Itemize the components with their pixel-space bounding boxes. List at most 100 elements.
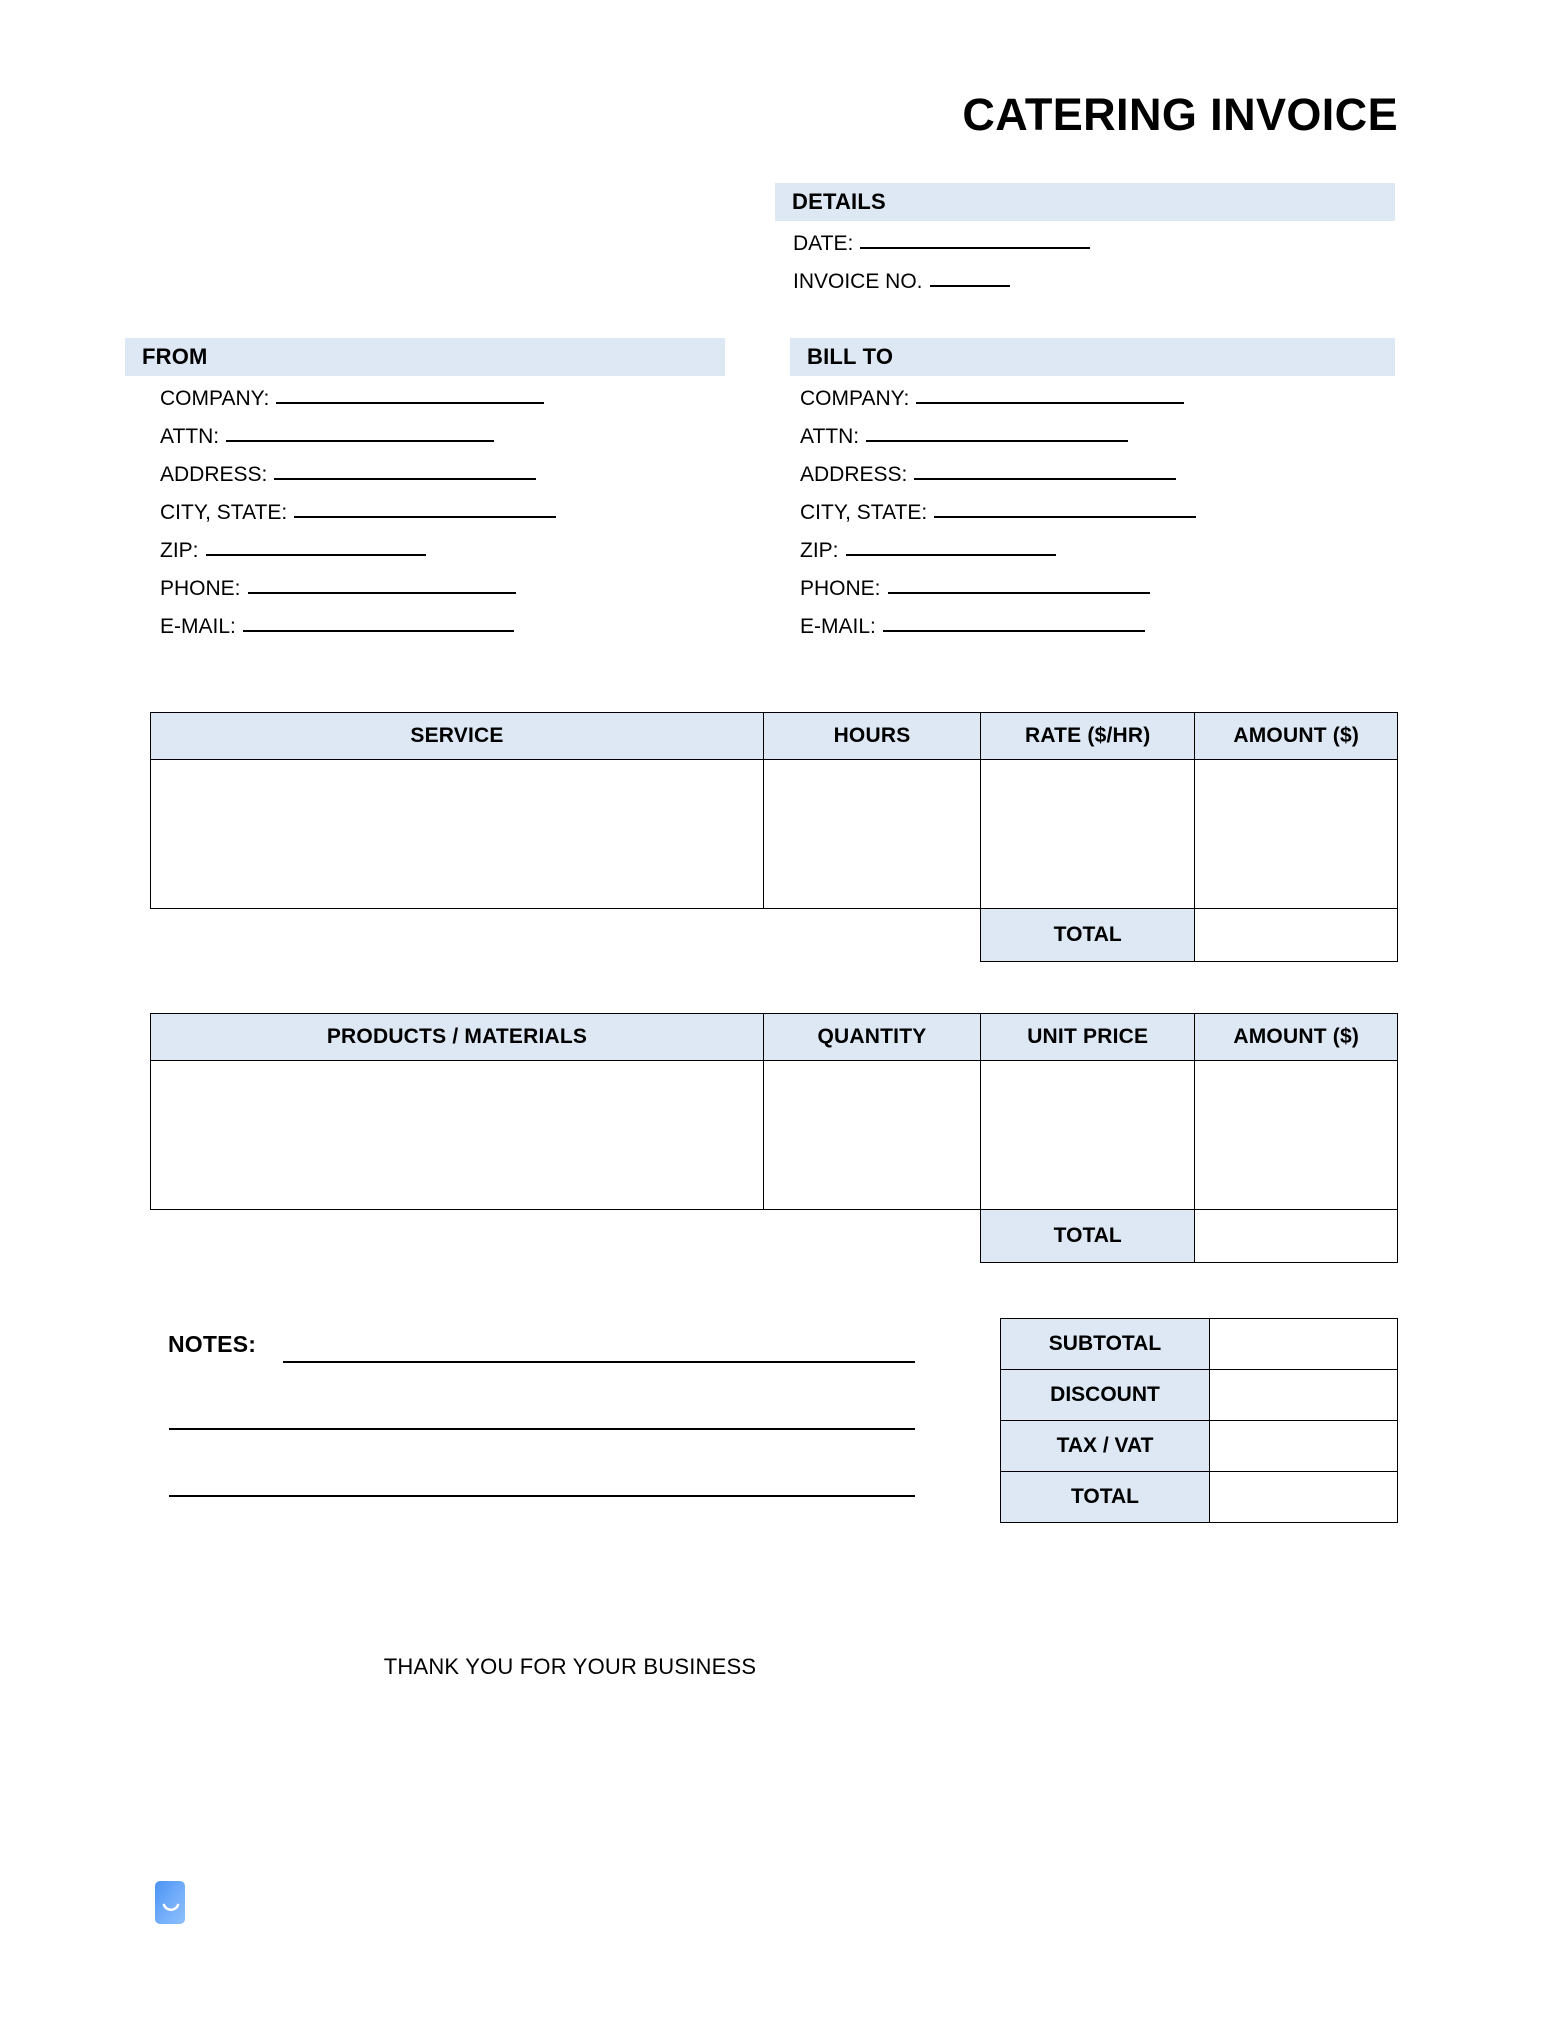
bill-to-field-row: CITY, STATE: bbox=[800, 501, 1197, 524]
products-column-header: PRODUCTS / MATERIALS bbox=[150, 1013, 764, 1061]
bill-to-field-label: E-MAIL: bbox=[800, 615, 876, 638]
from-field-label: ATTN: bbox=[160, 425, 220, 448]
details-field-row: DATE: bbox=[793, 232, 1091, 255]
details-field-input[interactable] bbox=[929, 284, 1010, 287]
service-header-row: SERVICE HOURS RATE ($/HR) AMOUNT ($) bbox=[150, 712, 1398, 760]
products-header-row: PRODUCTS / MATERIALS QUANTITY UNIT PRICE AM… bbox=[150, 1013, 1398, 1061]
service-column-header: RATE ($/HR) bbox=[979, 712, 1196, 760]
from-field-row: CITY, STATE: bbox=[160, 501, 557, 524]
service-cell[interactable] bbox=[762, 759, 982, 909]
products-cell[interactable] bbox=[1194, 1060, 1398, 1210]
service-total-spacer bbox=[151, 909, 981, 962]
notes-label: NOTES: bbox=[168, 1331, 257, 1357]
bill-to-field-label: COMPANY: bbox=[800, 387, 910, 410]
from-field-label: ADDRESS: bbox=[160, 463, 268, 486]
bill-to-field-input[interactable] bbox=[845, 553, 1056, 556]
products-body-row bbox=[150, 1060, 1398, 1210]
from-field-row: ATTN: bbox=[160, 425, 495, 448]
details-field-input[interactable] bbox=[860, 246, 1091, 249]
products-cell[interactable] bbox=[979, 1060, 1196, 1210]
from-field-row: ZIP: bbox=[160, 540, 426, 561]
details-field-label: INVOICE NO. bbox=[793, 270, 923, 293]
from-field-row: COMPANY: bbox=[160, 387, 545, 410]
details-field-row: INVOICE NO. bbox=[793, 271, 1010, 292]
products-cell[interactable] bbox=[762, 1060, 982, 1210]
summary-label: TAX / VAT bbox=[1000, 1420, 1210, 1472]
summary-value[interactable] bbox=[1209, 1420, 1398, 1472]
from-field-label: E-MAIL: bbox=[160, 615, 236, 638]
summary-row: SUBTOTAL bbox=[1000, 1318, 1398, 1370]
from-field-row: E-MAIL: bbox=[160, 616, 514, 637]
summary-label: DISCOUNT bbox=[1000, 1369, 1210, 1421]
from-field-label: COMPANY: bbox=[160, 387, 270, 410]
bill-to-section-header: BILL TO bbox=[790, 338, 1395, 376]
products-column-header: UNIT PRICE bbox=[979, 1013, 1196, 1061]
details-heading: DETAILS bbox=[792, 189, 886, 214]
bill-to-field-input[interactable] bbox=[934, 515, 1197, 518]
summary-row: DISCOUNT bbox=[1000, 1369, 1398, 1421]
from-field-label: PHONE: bbox=[160, 577, 241, 600]
from-field-input[interactable] bbox=[205, 553, 426, 556]
bill-to-heading: BILL TO bbox=[807, 344, 894, 369]
from-field-input[interactable] bbox=[294, 515, 557, 518]
bill-to-field-row: ZIP: bbox=[800, 540, 1056, 561]
bill-to-field-label: CITY, STATE: bbox=[800, 501, 928, 524]
from-field-row: PHONE: bbox=[160, 578, 516, 599]
service-body-row bbox=[150, 759, 1398, 909]
products-cell[interactable] bbox=[150, 1060, 764, 1210]
service-column-header: SERVICE bbox=[150, 712, 764, 760]
bill-to-field-input[interactable] bbox=[882, 629, 1145, 632]
summary-row: TAX / VAT bbox=[1000, 1420, 1398, 1472]
from-section-header: FROM bbox=[125, 338, 725, 376]
from-field-input[interactable] bbox=[242, 629, 514, 632]
from-field-label: CITY, STATE: bbox=[160, 501, 288, 524]
summary-label: TOTAL bbox=[1000, 1471, 1210, 1523]
details-section-header: DETAILS bbox=[775, 183, 1395, 221]
bill-to-field-label: PHONE: bbox=[800, 577, 881, 600]
bill-to-field-row: COMPANY: bbox=[800, 387, 1185, 410]
service-cell[interactable] bbox=[979, 759, 1196, 909]
from-field-input[interactable] bbox=[274, 477, 537, 480]
bill-to-field-label: ADDRESS: bbox=[800, 463, 908, 486]
details-field-label: DATE: bbox=[793, 232, 854, 255]
service-total-value[interactable] bbox=[1194, 908, 1398, 962]
from-field-input[interactable] bbox=[247, 591, 516, 594]
from-field-input[interactable] bbox=[226, 439, 495, 442]
bill-to-field-label: ATTN: bbox=[800, 425, 860, 448]
summary-value[interactable] bbox=[1209, 1369, 1398, 1421]
from-heading: FROM bbox=[142, 344, 208, 369]
footer-thank-you-text: THANK YOU FOR YOUR BUSINESS bbox=[383, 1654, 757, 1679]
bill-to-field-row: ADDRESS: bbox=[800, 463, 1177, 486]
bill-to-field-input[interactable] bbox=[916, 401, 1185, 404]
notes-line-2[interactable] bbox=[169, 1428, 915, 1430]
service-column-header: AMOUNT ($) bbox=[1194, 712, 1398, 760]
bill-to-field-input[interactable] bbox=[866, 439, 1129, 442]
summary-value[interactable] bbox=[1209, 1318, 1398, 1370]
summary-value[interactable] bbox=[1209, 1471, 1398, 1523]
bill-to-field-label: ZIP: bbox=[800, 539, 839, 562]
bill-to-field-input[interactable] bbox=[887, 591, 1150, 594]
footer-thank-you: THANK YOU FOR YOUR BUSINESS bbox=[0, 1654, 1566, 1680]
invoice-page: CATERING INVOICE DETAILS DATE: INVOICE NO… bbox=[0, 0, 1566, 2027]
summary-label: SUBTOTAL bbox=[1000, 1318, 1210, 1370]
products-total-value[interactable] bbox=[1194, 1209, 1398, 1263]
products-total-spacer bbox=[151, 1210, 981, 1263]
bill-to-field-input[interactable] bbox=[914, 477, 1177, 480]
bill-to-field-row: PHONE: bbox=[800, 578, 1150, 599]
notes-line-3[interactable] bbox=[169, 1495, 915, 1497]
document-smile-icon[interactable] bbox=[148, 1880, 194, 1930]
service-table: SERVICE HOURS RATE ($/HR) AMOUNT ($) TOTAL bbox=[150, 712, 1398, 962]
service-cell[interactable] bbox=[1194, 759, 1398, 909]
from-field-input[interactable] bbox=[276, 401, 545, 404]
summary-row: TOTAL bbox=[1000, 1471, 1398, 1523]
products-total-row: TOTAL bbox=[151, 1209, 1398, 1263]
products-column-header: QUANTITY bbox=[762, 1013, 982, 1061]
from-field-row: ADDRESS: bbox=[160, 463, 537, 486]
service-total-row: TOTAL bbox=[151, 908, 1398, 962]
service-cell[interactable] bbox=[150, 759, 764, 909]
from-field-label: ZIP: bbox=[160, 539, 199, 562]
notes-line-1[interactable] bbox=[283, 1361, 915, 1363]
bill-to-field-row: E-MAIL: bbox=[800, 616, 1145, 637]
bill-to-field-row: ATTN: bbox=[800, 425, 1129, 448]
products-table: PRODUCTS / MATERIALS QUANTITY UNIT PRICE AM… bbox=[150, 1013, 1398, 1263]
